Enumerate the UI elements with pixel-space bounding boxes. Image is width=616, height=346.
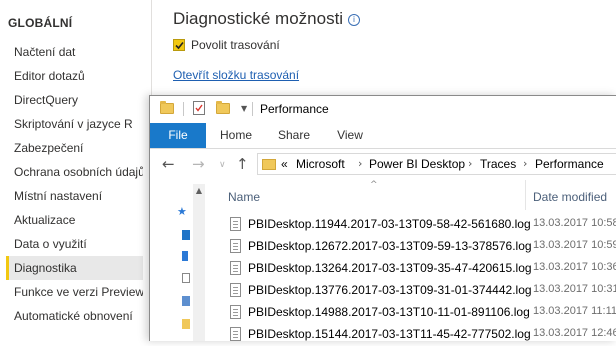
file-row[interactable]: PBIDesktop.12672.2017-03-13T09-59-13-378…: [226, 236, 616, 258]
column-header-name[interactable]: Name: [228, 190, 260, 204]
log-file-icon: [230, 327, 241, 341]
ribbon-tabs: File Home Share View: [150, 123, 616, 149]
log-file-icon: [230, 261, 241, 275]
nav-item-mistni-nastaveni[interactable]: Místní nastavení: [6, 184, 143, 208]
nav-item-zabezpeceni[interactable]: Zabezpečení: [6, 136, 143, 160]
quick-access-star-icon[interactable]: ★: [177, 205, 187, 218]
new-folder-icon[interactable]: [216, 101, 230, 114]
file-name[interactable]: PBIDesktop.11944.2017-03-13T09-58-42-561…: [248, 217, 531, 231]
scroll-up-icon[interactable]: ▲: [193, 184, 205, 198]
page-title: Diagnostické možnosti: [173, 9, 344, 28]
file-row[interactable]: PBIDesktop.13776.2017-03-13T09-31-01-374…: [226, 280, 616, 302]
breadcrumb-power-bi-desktop[interactable]: Power BI Desktop: [369, 157, 465, 171]
chevron-down-icon[interactable]: ▼: [241, 104, 247, 113]
nav-item-diagnostika[interactable]: Diagnostika: [6, 256, 143, 280]
log-file-icon: [230, 283, 241, 297]
log-file-icon: [230, 239, 241, 253]
toolbar-divider: [183, 102, 184, 116]
file-name[interactable]: PBIDesktop.14988.2017-03-13T10-11-01-891…: [248, 305, 530, 319]
nav-item-editor-dotazu[interactable]: Editor dotazů: [6, 64, 143, 88]
nav-item-skriptovani-r[interactable]: Skriptování v jazyce R: [6, 112, 143, 136]
window-title: Performance: [260, 102, 329, 116]
options-sidebar: GLOBÁLNÍ Načtení dat Editor dotazů Direc…: [0, 0, 152, 340]
nav-item-aktualizace[interactable]: Aktualizace: [6, 208, 143, 232]
back-arrow-icon[interactable]: ←: [162, 155, 175, 173]
options-main: Diagnostické možnosti i Povolit trasován…: [153, 0, 616, 95]
file-date: 13.03.2017 11:11: [533, 305, 616, 317]
file-date: 13.03.2017 10:58: [533, 217, 616, 229]
tab-file[interactable]: File: [150, 123, 206, 148]
tab-view[interactable]: View: [327, 123, 373, 148]
section-title: GLOBÁLNÍ: [8, 16, 73, 30]
chevron-right-icon[interactable]: ›: [523, 157, 527, 170]
info-icon[interactable]: i: [348, 14, 360, 26]
title-divider: [252, 102, 253, 116]
open-trace-folder-link[interactable]: Otevřít složku trasování: [173, 68, 299, 82]
file-date: 13.03.2017 10:59: [533, 239, 616, 251]
log-file-icon: [230, 305, 241, 319]
file-date: 13.03.2017 10:31: [533, 283, 616, 295]
file-list: ^ Name Date modified PBIDesktop.11944.20…: [210, 180, 616, 341]
properties-icon[interactable]: [193, 101, 205, 115]
tab-home[interactable]: Home: [212, 123, 260, 148]
address-bar[interactable]: « Microsoft › Power BI Desktop › Traces …: [257, 153, 616, 175]
breadcrumb-overflow[interactable]: «: [281, 157, 288, 171]
file-date: 13.03.2017 10:36: [533, 261, 616, 273]
address-row: ← → ∨ ↑ « Microsoft › Power BI Desktop ›…: [150, 149, 616, 179]
column-divider[interactable]: [525, 180, 526, 210]
file-name[interactable]: PBIDesktop.13264.2017-03-13T09-35-47-420…: [248, 261, 532, 275]
nav-item-nacteni-dat[interactable]: Načtení dat: [6, 40, 143, 64]
column-header-date-modified[interactable]: Date modified: [533, 190, 607, 204]
nav-item-data-o-vyuziti[interactable]: Data o využití: [6, 232, 143, 256]
file-name[interactable]: PBIDesktop.13776.2017-03-13T09-31-01-374…: [248, 283, 532, 297]
nav-item-ochrana-udaju[interactable]: Ochrana osobních údajů: [6, 160, 143, 184]
folder-icon: [262, 159, 276, 170]
checkmark-icon: [175, 41, 184, 50]
folder-icon: [160, 101, 174, 114]
breadcrumb-microsoft[interactable]: Microsoft: [296, 157, 345, 171]
file-name[interactable]: PBIDesktop.12672.2017-03-13T09-59-13-378…: [248, 239, 532, 253]
downloads-icon[interactable]: [182, 251, 188, 261]
nav-item-directquery[interactable]: DirectQuery: [6, 88, 143, 112]
enable-tracing-label[interactable]: Povolit trasování: [191, 38, 280, 52]
log-file-icon: [230, 217, 241, 231]
file-date: 13.03.2017 12:46: [533, 327, 616, 339]
chevron-right-icon[interactable]: ›: [468, 157, 472, 170]
file-row[interactable]: PBIDesktop.11944.2017-03-13T09-58-42-561…: [226, 214, 616, 236]
sort-ascending-icon: ^: [370, 180, 378, 190]
desktop-icon[interactable]: [182, 230, 190, 240]
pictures-icon[interactable]: [182, 296, 190, 306]
breadcrumb-performance[interactable]: Performance: [535, 157, 604, 171]
folder-icon[interactable]: [182, 319, 190, 329]
forward-arrow-icon[interactable]: →: [192, 155, 205, 173]
documents-icon[interactable]: [182, 273, 190, 283]
recent-chevron-icon[interactable]: ∨: [219, 160, 226, 170]
up-arrow-icon[interactable]: ↑: [236, 155, 249, 173]
nav-item-automaticke-obnoveni[interactable]: Automatické obnovení: [6, 304, 143, 328]
explorer-titlebar[interactable]: ▼ Performance: [150, 96, 616, 123]
file-name[interactable]: PBIDesktop.15144.2017-03-13T11-45-42-777…: [248, 327, 531, 341]
enable-tracing-checkbox[interactable]: [173, 39, 185, 51]
chevron-right-icon[interactable]: ›: [358, 157, 362, 170]
navigation-pane: ★: [150, 180, 196, 341]
file-row[interactable]: PBIDesktop.14988.2017-03-13T10-11-01-891…: [226, 302, 616, 324]
nav-pane-scrollbar[interactable]: ▲: [193, 184, 205, 341]
explorer-window: ▼ Performance File Home Share View ← → ∨…: [149, 95, 616, 341]
file-row[interactable]: PBIDesktop.13264.2017-03-13T09-35-47-420…: [226, 258, 616, 280]
tab-share[interactable]: Share: [271, 123, 317, 148]
file-row[interactable]: PBIDesktop.15144.2017-03-13T11-45-42-777…: [226, 324, 616, 346]
nav-item-funkce-preview[interactable]: Funkce ve verzi Preview: [6, 280, 143, 304]
breadcrumb-traces[interactable]: Traces: [480, 157, 516, 171]
